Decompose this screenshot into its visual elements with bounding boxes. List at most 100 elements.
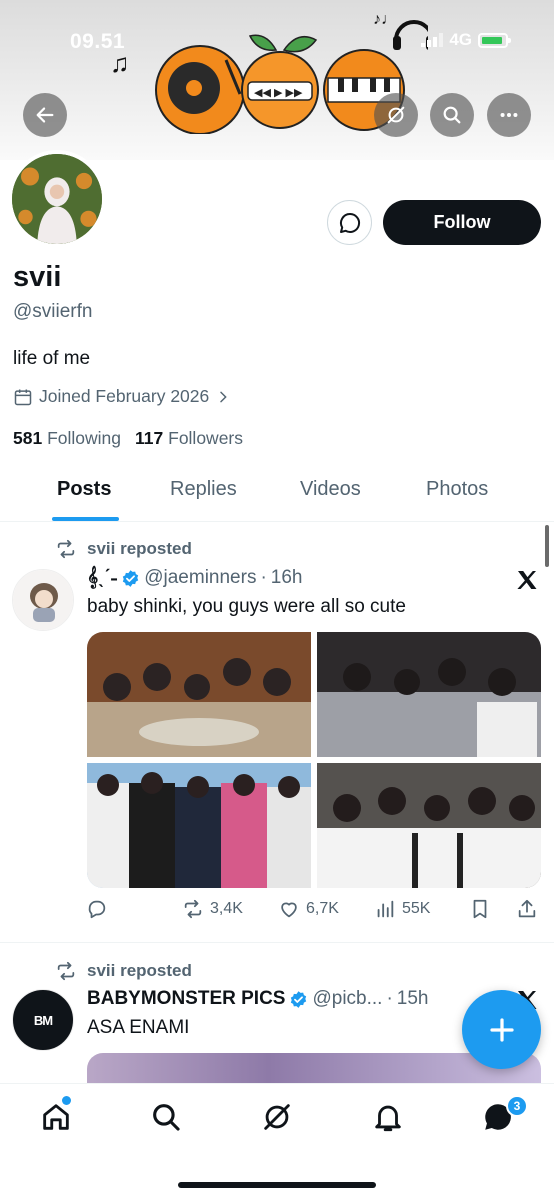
views-chart-icon (377, 900, 394, 918)
back-button[interactable] (23, 93, 67, 137)
views-count: 55K (402, 900, 431, 917)
profile-tabs: Posts Replies Videos Photos (0, 462, 554, 522)
nav-grok[interactable] (260, 1100, 294, 1134)
more-button[interactable] (487, 93, 531, 137)
separator: · (260, 567, 267, 588)
photo-2[interactable] (317, 632, 541, 757)
post-divider (0, 942, 554, 943)
svg-text:♪♩: ♪♩ (373, 11, 397, 28)
verified-badge-icon (123, 569, 139, 587)
bookmark-icon (473, 899, 487, 919)
messages-badge: 3 (506, 1095, 528, 1117)
network-type: 4G (449, 30, 472, 49)
svg-text:◀◀ ▶ ▶▶: ◀◀ ▶ ▶▶ (254, 87, 303, 99)
post-header: BABYMONSTER PICS @picb... · 15h (87, 988, 428, 1010)
following-label: Following (47, 428, 122, 448)
search-icon (443, 106, 461, 124)
home-icon (43, 1104, 69, 1130)
status-time: 09.51 (70, 30, 126, 53)
repost-button[interactable]: 3,4K (182, 898, 243, 920)
follow-stats: 581 Following 117 Followers (13, 428, 243, 449)
nav-search[interactable] (149, 1100, 183, 1134)
post-actions: 3,4K 6,7K 55K (86, 898, 546, 926)
photo-1-image (87, 632, 311, 757)
separator: · (386, 988, 393, 1009)
chat-bubble-icon (339, 212, 360, 233)
repost-label: svii reposted (55, 538, 192, 560)
grok-icon (264, 1104, 290, 1130)
status-indicators: 4G (421, 30, 511, 50)
reply-button[interactable] (86, 898, 114, 920)
photo-4-image (317, 763, 541, 888)
repost-icon (57, 539, 75, 559)
search-button[interactable] (430, 93, 474, 137)
following-link[interactable]: 581 Following (13, 428, 121, 449)
followers-count: 117 (135, 428, 164, 448)
author-handle[interactable]: @jaeminners (144, 567, 256, 589)
home-indicator (178, 1182, 376, 1188)
calendar-icon (14, 389, 32, 405)
author-handle[interactable]: @picb... (312, 988, 382, 1010)
share-button[interactable] (516, 898, 538, 920)
grok-button[interactable] (374, 93, 418, 137)
media-grid (87, 632, 541, 888)
like-button[interactable]: 6,7K (278, 898, 339, 920)
following-count: 581 (13, 428, 43, 448)
grok-icon (387, 106, 405, 124)
joined-date-text: Joined February 2026 (39, 386, 210, 406)
followers-label: Followers (168, 428, 244, 448)
post-text: ASA ENAMI (87, 1017, 190, 1038)
arrow-left-icon (36, 107, 54, 123)
nav-notifications[interactable] (371, 1100, 405, 1134)
joined-date[interactable]: Joined February 2026 (13, 386, 231, 407)
post-text: baby shinki, you guys were all so cute (87, 596, 406, 617)
bookmark-button[interactable] (469, 898, 491, 920)
post-author-avatar[interactable] (12, 569, 74, 631)
post-author-avatar[interactable]: BM (12, 989, 74, 1051)
followers-link[interactable]: 117 Followers (135, 428, 243, 449)
photo-3-image (87, 763, 311, 888)
nav-home[interactable] (39, 1100, 73, 1134)
search-icon (153, 1104, 180, 1131)
photo-4[interactable] (317, 763, 541, 888)
repost-label-text: svii reposted (87, 539, 192, 558)
tab-posts[interactable]: Posts (57, 478, 111, 501)
home-notification-dot (62, 1096, 71, 1105)
post-time[interactable]: 16h (271, 567, 303, 589)
post-time[interactable]: 15h (397, 988, 429, 1010)
x-logo-icon[interactable] (515, 568, 539, 592)
repost-icon (184, 899, 202, 919)
author-name[interactable]: BABYMONSTER PICS (87, 988, 285, 1010)
post-header: 𝄞ˎˊ˗ @jaeminners · 16h (87, 567, 302, 589)
display-name: svii (13, 261, 62, 293)
battery-icon (478, 32, 511, 48)
profile-bio: life of me (13, 348, 91, 369)
username-handle: @sviierfn (13, 301, 93, 322)
share-icon (518, 899, 536, 918)
message-button[interactable] (327, 200, 372, 245)
signal-icon (421, 33, 444, 47)
scrollbar[interactable] (545, 525, 549, 567)
compose-button[interactable] (462, 990, 541, 1069)
active-tab-indicator (52, 517, 119, 521)
like-count: 6,7K (306, 900, 339, 917)
chevron-right-icon (220, 391, 227, 402)
tab-replies[interactable]: Replies (170, 478, 237, 501)
profile-avatar[interactable] (8, 150, 106, 248)
photo-2-image (317, 632, 541, 757)
follow-button[interactable]: Follow (383, 200, 541, 245)
avatar-photo (12, 154, 102, 244)
author-avatar-logo: BM (33, 1012, 53, 1028)
repost-count: 3,4K (210, 900, 243, 917)
views-button[interactable]: 55K (374, 898, 430, 920)
author-name[interactable]: 𝄞ˎˊ˗ (87, 567, 117, 589)
tab-videos[interactable]: Videos (300, 478, 361, 501)
photo-1[interactable] (87, 632, 311, 757)
plus-icon (489, 1017, 514, 1042)
repost-label-text: svii reposted (87, 961, 192, 980)
tab-photos[interactable]: Photos (426, 478, 488, 501)
photo-3[interactable] (87, 763, 311, 888)
profile-banner[interactable]: ♫ ♪♩ ◀◀ ▶ ▶▶ 09.51 4G (0, 0, 554, 160)
repost-label: svii reposted (55, 960, 192, 982)
verified-badge-icon (291, 990, 307, 1008)
